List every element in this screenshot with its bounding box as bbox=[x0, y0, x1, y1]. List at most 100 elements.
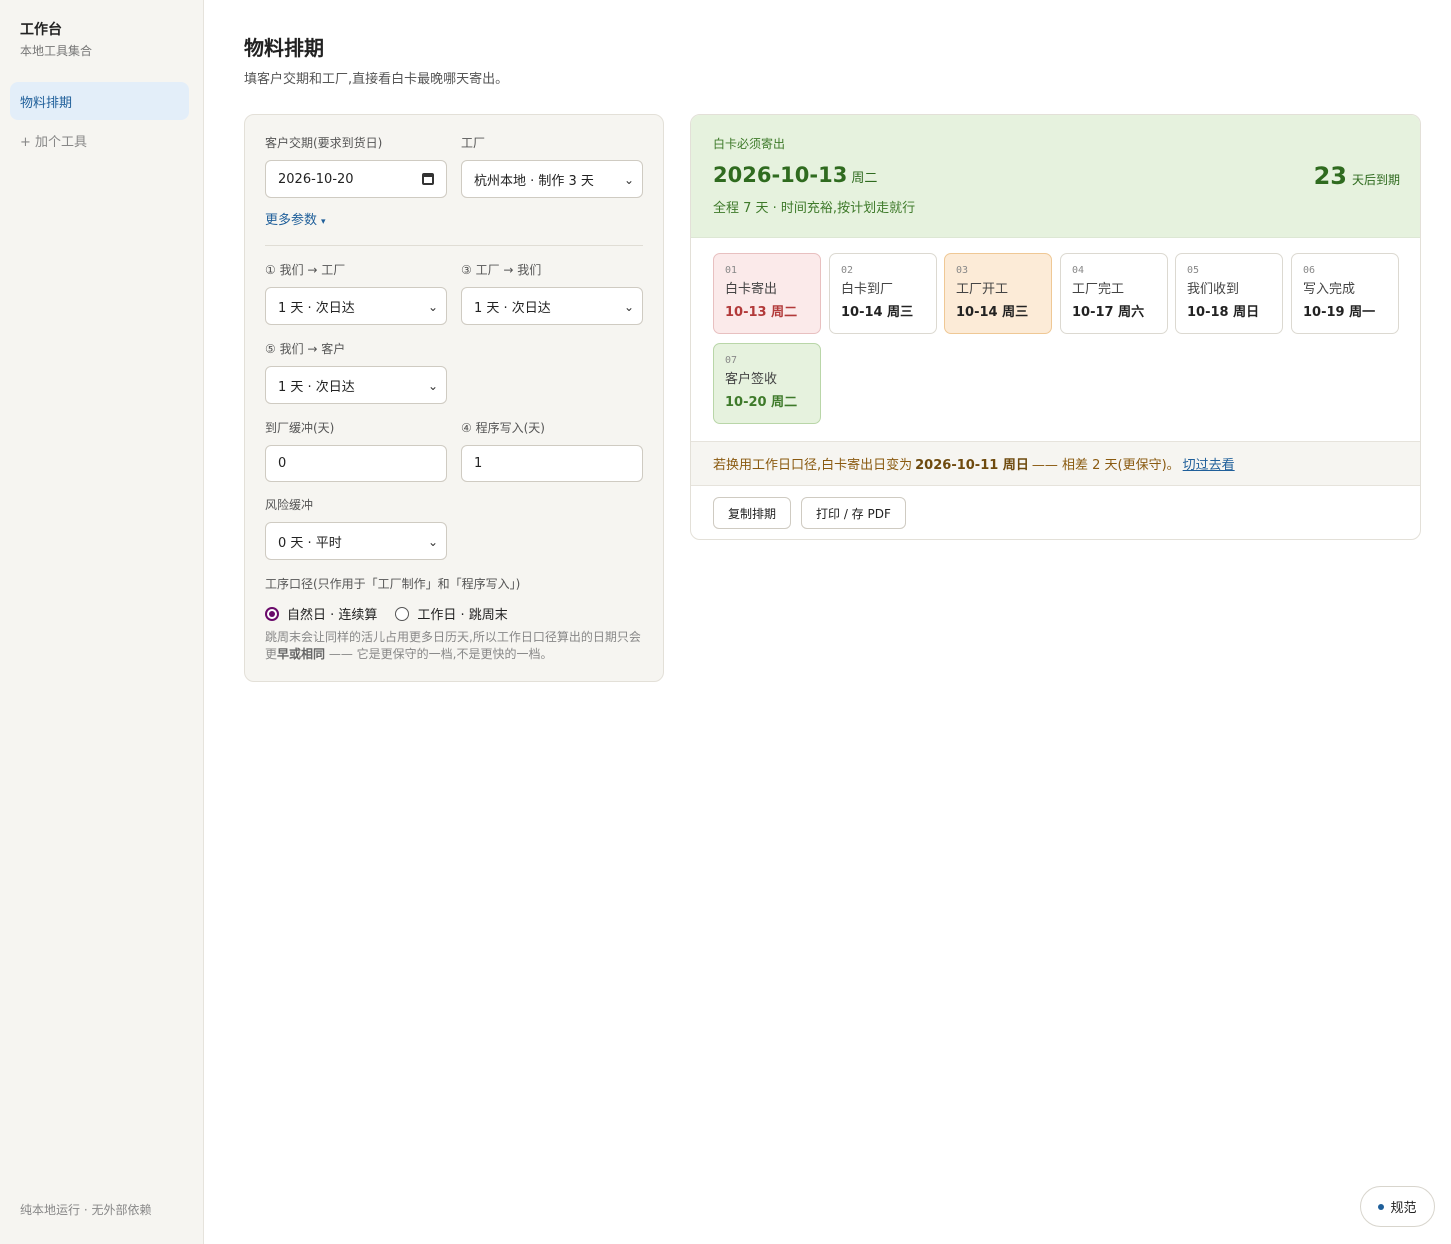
step-name: 我们收到 bbox=[1187, 282, 1240, 297]
step-date: 10-20 周二 bbox=[725, 395, 798, 410]
step-date: 10-14 周三 bbox=[956, 305, 1029, 320]
sidebar-item-material-schedule[interactable]: 物料排期 bbox=[10, 82, 189, 120]
due-date-value: 2026-10-20 bbox=[278, 171, 354, 187]
leg3-label: ③ 工厂 → 我们 bbox=[461, 263, 542, 277]
leg5-label: ⑤ 我们 → 客户 bbox=[265, 342, 346, 356]
switch-mode-link[interactable]: 切过去看 bbox=[1183, 454, 1235, 473]
radio-checked[interactable] bbox=[265, 606, 279, 621]
step-name: 客户签收 bbox=[725, 372, 778, 387]
guidelines-button[interactable]: 规范 bbox=[1360, 1186, 1435, 1227]
sidebar: 工作台 本地工具集合 物料排期 + 加个工具 纯本地运行 · 无外部依赖 bbox=[0, 0, 204, 1244]
dot-icon bbox=[1378, 1203, 1385, 1210]
days-remaining: 23 天后到期 bbox=[1314, 161, 1400, 191]
factory-select[interactable]: 杭州本地 · 制作 3 天 ⌄ bbox=[461, 160, 643, 198]
step-card: 05 我们收到 10-18 周日 bbox=[1175, 253, 1283, 334]
step-name: 白卡寄出 bbox=[725, 282, 778, 297]
note-alt-date: 2026-10-11 周日 bbox=[915, 458, 1029, 473]
calendar-icon[interactable] bbox=[422, 173, 434, 185]
buffer-value: 0 bbox=[278, 456, 287, 471]
write-days-label: ④ 程序写入(天) bbox=[461, 421, 545, 435]
mode-workday-label: 工作日 · 跳周末 bbox=[417, 608, 508, 623]
leg1-select[interactable]: 1 天 · 次日达 ⌄ bbox=[265, 287, 447, 325]
step-date: 10-17 周六 bbox=[1072, 305, 1145, 320]
mode-natural-option[interactable]: 自然日 · 连续算 bbox=[265, 604, 377, 623]
step-number: 01 bbox=[725, 265, 738, 276]
result-weekday: 周二 bbox=[851, 171, 878, 186]
step-name: 写入完成 bbox=[1303, 282, 1356, 297]
divider bbox=[265, 245, 643, 246]
factory-value: 杭州本地 · 制作 3 天 bbox=[474, 173, 594, 189]
step-number: 06 bbox=[1303, 265, 1316, 276]
page-description: 填客户交期和工厂,直接看白卡最晚哪天寄出。 bbox=[244, 72, 509, 87]
mode-hint: 跳周末会让同样的活儿占用更多日历天,所以工作日口径算出的日期只会更早或相同 ——… bbox=[265, 629, 645, 663]
leg3-select[interactable]: 1 天 · 次日达 ⌄ bbox=[461, 287, 643, 325]
chevron-down-icon: ⌄ bbox=[623, 173, 634, 187]
risk-buffer-label: 风险缓冲 bbox=[265, 498, 314, 512]
chevron-down-icon: ⌄ bbox=[427, 379, 438, 393]
mode-natural-label: 自然日 · 连续算 bbox=[287, 608, 378, 623]
mode-label: 工序口径(只作用于「工厂制作」和「程序写入」) bbox=[265, 577, 521, 591]
leg1-label: ① 我们 → 工厂 bbox=[265, 263, 346, 277]
hint-emphasis: 早或相同 bbox=[277, 647, 326, 661]
risk-buffer-select[interactable]: 0 天 · 平时 ⌄ bbox=[265, 522, 447, 560]
guidelines-label: 规范 bbox=[1390, 1201, 1417, 1216]
caret-down-icon: ▾ bbox=[321, 217, 326, 227]
copy-schedule-button[interactable]: 复制排期 bbox=[713, 497, 792, 529]
print-pdf-button[interactable]: 打印 / 存 PDF bbox=[801, 497, 906, 529]
due-date-label: 客户交期(要求到货日) bbox=[265, 136, 383, 150]
leg5-select[interactable]: 1 天 · 次日达 ⌄ bbox=[265, 366, 447, 404]
step-number: 05 bbox=[1187, 265, 1200, 276]
result-date-value: 2026-10-13 bbox=[713, 163, 848, 187]
mode-radio-group: 自然日 · 连续算 工作日 · 跳周末 bbox=[265, 604, 526, 623]
step-date: 10-13 周二 bbox=[725, 305, 798, 320]
risk-buffer-value: 0 天 · 平时 bbox=[278, 535, 342, 551]
step-card: 07 客户签收 10-20 周二 bbox=[713, 343, 821, 424]
step-date: 10-18 周日 bbox=[1187, 305, 1260, 320]
app-subtitle: 本地工具集合 bbox=[20, 44, 93, 58]
add-tool-link[interactable]: + 加个工具 bbox=[20, 134, 87, 152]
write-days-input[interactable]: 1 bbox=[461, 445, 643, 482]
step-number: 07 bbox=[725, 355, 738, 366]
step-date: 10-14 周三 bbox=[841, 305, 914, 320]
write-days-value: 1 bbox=[474, 456, 483, 471]
buffer-input[interactable]: 0 bbox=[265, 445, 447, 482]
step-card: 06 写入完成 10-19 周一 bbox=[1291, 253, 1399, 334]
step-date: 10-19 周一 bbox=[1303, 305, 1376, 320]
leg3-value: 1 天 · 次日达 bbox=[474, 300, 551, 316]
buffer-label: 到厂缓冲(天) bbox=[265, 421, 335, 435]
step-number: 04 bbox=[1072, 265, 1085, 276]
due-date-input[interactable]: 2026-10-20 bbox=[265, 160, 447, 198]
chevron-down-icon: ⌄ bbox=[427, 300, 438, 314]
brand: 工作台 本地工具集合 bbox=[20, 20, 92, 60]
days-remaining-number: 23 bbox=[1313, 162, 1347, 190]
hint-text-end: —— 它是更保守的一档,不是更快的一档。 bbox=[325, 647, 553, 661]
leg1-value: 1 天 · 次日达 bbox=[278, 300, 355, 316]
radio-unchecked[interactable] bbox=[395, 606, 410, 621]
chevron-down-icon: ⌄ bbox=[623, 300, 634, 314]
chevron-down-icon: ⌄ bbox=[427, 535, 438, 549]
step-card: 04 工厂完工 10-17 周六 bbox=[1060, 253, 1168, 334]
step-name: 白卡到厂 bbox=[841, 282, 894, 297]
days-remaining-unit: 天后到期 bbox=[1351, 173, 1400, 187]
result-date: 2026-10-13 周二 bbox=[713, 161, 877, 193]
step-card: 01 白卡寄出 10-13 周二 bbox=[713, 253, 821, 334]
parameter-form: 客户交期(要求到货日) 2026-10-20 工厂 杭州本地 · 制作 3 天 … bbox=[244, 114, 664, 682]
workday-comparison-note: 若换用工作日口径,白卡寄出日变为 2026-10-11 周日 —— 相差 2 天… bbox=[691, 441, 1420, 486]
step-card: 02 白卡到厂 10-14 周三 bbox=[829, 253, 937, 334]
sidebar-footer: 纯本地运行 · 无外部依赖 bbox=[20, 1203, 152, 1217]
leg5-value: 1 天 · 次日达 bbox=[278, 379, 355, 395]
more-params-label: 更多参数 bbox=[265, 213, 318, 228]
note-prefix: 若换用工作日口径,白卡寄出日变为 bbox=[713, 458, 913, 473]
more-params-toggle[interactable]: 更多参数 ▾ bbox=[265, 212, 326, 231]
result-label: 白卡必须寄出 bbox=[713, 137, 786, 151]
step-number: 03 bbox=[956, 265, 969, 276]
step-name: 工厂开工 bbox=[956, 282, 1009, 297]
mode-workday-option[interactable]: 工作日 · 跳周末 bbox=[395, 604, 508, 623]
step-card: 03 工厂开工 10-14 周三 bbox=[944, 253, 1052, 334]
factory-label: 工厂 bbox=[461, 136, 486, 150]
result-panel: 白卡必须寄出 2026-10-13 周二 全程 7 天 · 时间充裕,按计划走就行… bbox=[690, 114, 1421, 540]
note-suffix: —— 相差 2 天(更保守)。 bbox=[1031, 458, 1180, 473]
result-note: 全程 7 天 · 时间充裕,按计划走就行 bbox=[713, 201, 916, 216]
result-banner: 白卡必须寄出 2026-10-13 周二 全程 7 天 · 时间充裕,按计划走就行… bbox=[691, 115, 1420, 238]
app-title: 工作台 bbox=[20, 22, 62, 38]
